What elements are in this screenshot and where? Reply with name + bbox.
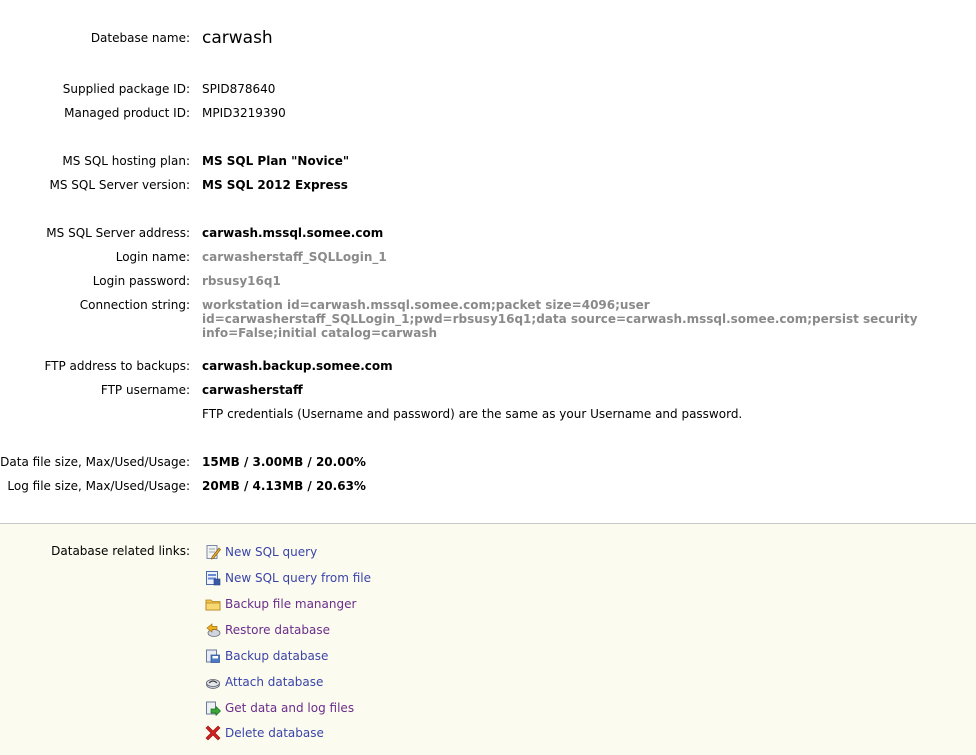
ftp-credentials-note: FTP credentials (Username and password) …: [202, 407, 743, 421]
restore-database-link[interactable]: Restore database: [205, 622, 330, 638]
data-file-size-value: 15MB / 3.00MB / 20.00%: [202, 455, 366, 469]
data-file-size-label: Data file size, Max/Used/Usage:: [0, 455, 190, 469]
attach-database-link[interactable]: Attach database: [205, 674, 323, 690]
delete-x-icon: [205, 725, 221, 741]
download-files-icon: [205, 700, 221, 716]
new-sql-query-from-file-link[interactable]: New SQL query from file: [205, 570, 371, 586]
database-name-value: carwash: [202, 28, 273, 48]
get-data-log-files-link[interactable]: Get data and log files: [205, 700, 354, 716]
new-sql-query-from-file-label: New SQL query from file: [225, 571, 372, 585]
server-version-label: MS SQL Server version:: [49, 178, 190, 192]
ftp-username-value: carwasherstaff: [202, 383, 303, 397]
log-file-size-value: 20MB / 4.13MB / 20.63%: [202, 479, 366, 493]
backup-file-manager-label: Backup file mananger: [225, 597, 357, 611]
pencil-document-icon: [205, 544, 221, 560]
delete-database-link[interactable]: Delete database: [205, 725, 324, 741]
managed-product-value: MPID3219390: [202, 106, 286, 120]
new-sql-query-link[interactable]: New SQL query: [205, 544, 317, 560]
supplied-package-label: Supplied package ID:: [62, 82, 190, 96]
backup-file-manager-link[interactable]: Backup file mananger: [205, 596, 356, 612]
restore-database-label: Restore database: [225, 623, 330, 637]
ftp-address-label: FTP address to backups:: [44, 359, 190, 373]
log-file-size-label: Log file size, Max/Used/Usage:: [7, 479, 190, 493]
get-data-log-files-label: Get data and log files: [225, 701, 355, 715]
backup-database-label: Backup database: [225, 649, 329, 663]
login-password-value: rbsusy16q1: [202, 274, 281, 288]
delete-database-label: Delete database: [225, 726, 324, 740]
database-name-label: Datebase name:: [90, 31, 190, 45]
backup-database-link[interactable]: Backup database: [205, 648, 328, 664]
ftp-address-value: carwash.backup.somee.com: [202, 359, 393, 373]
connection-string-value: workstation id=carwash.mssql.somee.com;p…: [202, 298, 918, 340]
backup-icon: [205, 648, 221, 664]
connection-string-label: Connection string:: [79, 298, 190, 312]
login-name-value: carwasherstaff_SQLLogin_1: [202, 250, 387, 264]
supplied-package-value: SPID878640: [202, 82, 276, 96]
file-query-icon: [205, 570, 221, 586]
hosting-plan-value: MS SQL Plan "Novice": [202, 154, 350, 168]
restore-icon: [205, 622, 221, 638]
attach-icon: [205, 674, 221, 690]
database-info-panel: Datebase name: carwash Supplied package …: [0, 0, 976, 524]
database-links-label: Database related links:: [51, 544, 190, 558]
login-name-label: Login name:: [115, 250, 190, 264]
login-password-label: Login password:: [92, 274, 190, 288]
managed-product-label: Managed product ID:: [64, 106, 190, 120]
server-address-value: carwash.mssql.somee.com: [202, 226, 384, 240]
server-version-value: MS SQL 2012 Express: [202, 178, 348, 192]
ftp-username-label: FTP username:: [100, 383, 190, 397]
hosting-plan-label: MS SQL hosting plan:: [62, 154, 190, 168]
folder-icon: [205, 596, 221, 612]
server-address-label: MS SQL Server address:: [46, 226, 190, 240]
database-links-panel: Database related links: New SQL query Ne…: [0, 524, 976, 755]
attach-database-label: Attach database: [225, 675, 324, 689]
new-sql-query-label: New SQL query: [225, 545, 318, 559]
